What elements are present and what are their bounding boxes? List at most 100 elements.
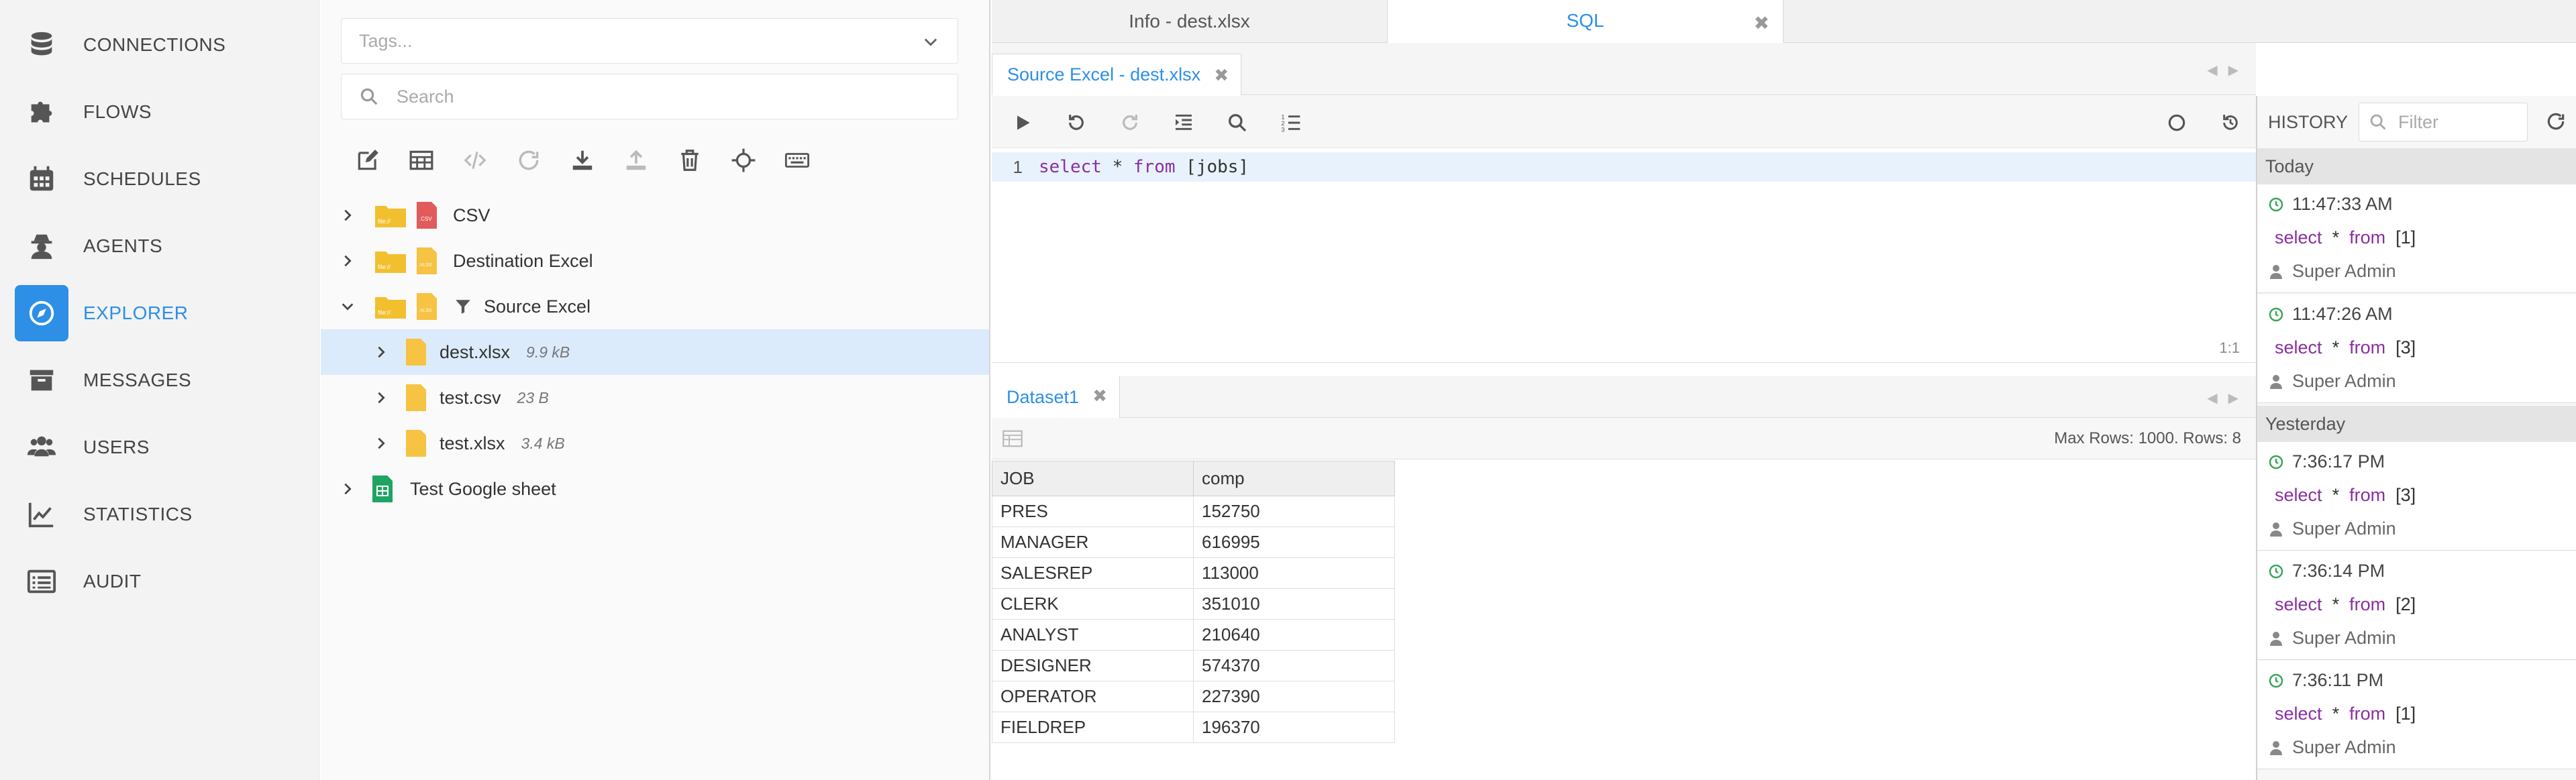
column-header[interactable]: comp [1193,461,1395,496]
nav-item-audit[interactable]: AUDIT [15,553,310,610]
delete-button[interactable] [663,144,717,177]
history-button[interactable] [2216,108,2245,137]
history-entry[interactable]: 7:36:14 PM select * from [2] Super Admin [2257,551,2576,660]
table-cell[interactable]: CLERK [992,588,1194,620]
tree-item-source-excel[interactable]: file:// .XLSX Source Excel [321,284,989,329]
table-row[interactable]: CLERK 351010 [992,588,1395,620]
move-button[interactable] [717,144,770,177]
tab-scroll-arrows-icon[interactable]: ◀▶ [2207,390,2249,406]
nav-item-connections[interactable]: CONNECTIONS [15,17,310,73]
nav-item-flows[interactable]: FLOWS [15,84,310,140]
history-entry[interactable]: 7:36:17 PM select * from [3] Super Admin [2257,442,2576,551]
code-line[interactable]: 1 select * from [jobs] [992,152,2256,182]
edit-button[interactable] [341,144,395,177]
find-button[interactable] [1223,108,1252,137]
indent-button[interactable] [1169,108,1198,137]
table-row[interactable]: OPERATOR 227390 [992,681,1395,712]
table-cell[interactable]: DESIGNER [992,650,1194,681]
table-cell[interactable]: ANALYST [992,619,1194,651]
table-cell[interactable]: 574370 [1193,650,1395,681]
undo-icon [1069,115,1084,130]
chevron-right-icon[interactable] [338,205,358,225]
history-entry[interactable]: 11:47:33 AM select * from [1] Super Admi… [2257,184,2576,293]
table-row[interactable]: ANALYST 210640 [992,619,1395,651]
tree-item-destination-excel[interactable]: file:// .XLSX Destination Excel [321,238,989,284]
chevron-right-icon[interactable] [371,433,391,453]
chevron-right-icon[interactable] [371,342,391,362]
download-button[interactable] [556,144,609,177]
table-row[interactable]: FIELDREP 196370 [992,712,1395,743]
run-button[interactable] [1008,108,1037,137]
table-cell[interactable]: 113000 [1193,557,1395,589]
nav-item-users[interactable]: USERS [15,419,310,476]
tree-item-csv[interactable]: file:// .CSV CSV [321,192,989,238]
table-cell[interactable]: 616995 [1193,526,1395,558]
group-label: Today [2265,156,2314,176]
table-cell[interactable]: 210640 [1193,619,1395,651]
nav-item-schedules[interactable]: SCHEDULES [15,151,310,207]
sql-star: * [2332,594,2340,614]
table-cell[interactable]: MANAGER [992,526,1194,558]
tree-label: test.csv [440,387,501,408]
nav-item-statistics[interactable]: STATISTICS [15,486,310,543]
tree-item-google-sheet[interactable]: Test Google sheet [321,466,989,512]
table-cell[interactable]: FIELDREP [992,712,1194,743]
nav-item-agents[interactable]: AGENTS [15,218,310,274]
svg-text:file://: file:// [378,264,391,270]
table-button[interactable] [395,144,448,177]
nav-label: EXPLORER [83,302,189,323]
chevron-down-icon[interactable] [338,296,358,317]
sql-subtabs: Source Excel - dest.xlsx ✖ ◀▶ [992,43,2256,95]
chevron-right-icon[interactable] [338,251,358,271]
refresh-button[interactable] [502,144,556,177]
agent-icon [15,218,68,274]
table-row[interactable]: PRES 152750 [992,496,1395,527]
stop-button[interactable] [2162,108,2192,137]
csv-file-icon: .CSV [417,202,437,229]
code-text[interactable]: select * from [jobs] [1032,157,1249,177]
nav-item-messages[interactable]: MESSAGES [15,352,310,408]
line-numbers-button[interactable]: 123 [1276,108,1306,137]
nav-item-explorer[interactable]: EXPLORER [15,285,310,341]
history-entry[interactable]: 7:36:11 PM select * from [1] Super Admin [2257,661,2576,769]
tree-item-dest-xlsx[interactable]: dest.xlsx 9.9 kB [321,329,989,375]
chevron-right-icon[interactable] [338,479,358,499]
keyboard-button[interactable] [770,144,824,177]
refresh-icon[interactable] [2545,111,2567,132]
tab-sql[interactable]: SQL ✖ [1388,0,1784,43]
close-icon[interactable]: ✖ [1214,65,1229,86]
tab-info[interactable]: Info - dest.xlsx [992,0,1388,43]
table-row[interactable]: MANAGER 616995 [992,526,1395,558]
column-header[interactable]: JOB [992,461,1194,496]
tab-label: Source Excel - dest.xlsx [1007,64,1201,85]
table-cell[interactable]: SALESREP [992,557,1194,589]
history-entry[interactable]: 11:47:26 AM select * from [3] Super Admi… [2257,294,2576,403]
tab-scroll-arrows-icon[interactable]: ◀▶ [2207,62,2249,78]
search-input[interactable]: Search [341,74,958,119]
undo-button[interactable] [1062,108,1091,137]
chevron-down-icon[interactable] [921,32,940,51]
upload-button[interactable] [609,144,663,177]
tree-item-test-csv[interactable]: test.csv 23 B [321,375,989,421]
close-icon[interactable]: ✖ [1092,386,1107,406]
history-filter-input[interactable]: Filter [2359,103,2528,142]
table-cell[interactable]: 351010 [1193,588,1395,620]
chevron-right-icon[interactable] [371,388,391,408]
close-icon[interactable]: ✖ [1754,12,1769,34]
sql-editor[interactable]: 1 select * from [jobs] 1:1 [992,148,2256,363]
table-cell[interactable]: PRES [992,496,1194,527]
tags-select[interactable]: Tags... [341,18,958,64]
table-row[interactable]: DESIGNER 574370 [992,650,1395,681]
tab-dataset1[interactable]: Dataset1 ✖ [992,376,1121,418]
table-cell[interactable]: 196370 [1193,712,1395,743]
code-button[interactable] [448,144,502,177]
table-cell[interactable]: OPERATOR [992,681,1194,712]
tree-item-test-xlsx[interactable]: test.xlsx 3.4 kB [321,421,989,466]
filter-icon[interactable] [454,298,472,315]
redo-button[interactable] [1115,108,1145,137]
table-view-icon[interactable] [1002,430,1023,447]
table-cell[interactable]: 152750 [1193,496,1395,527]
table-cell[interactable]: 227390 [1193,681,1395,712]
tab-source-excel[interactable]: Source Excel - dest.xlsx ✖ [992,54,1242,95]
table-row[interactable]: SALESREP 113000 [992,557,1395,589]
